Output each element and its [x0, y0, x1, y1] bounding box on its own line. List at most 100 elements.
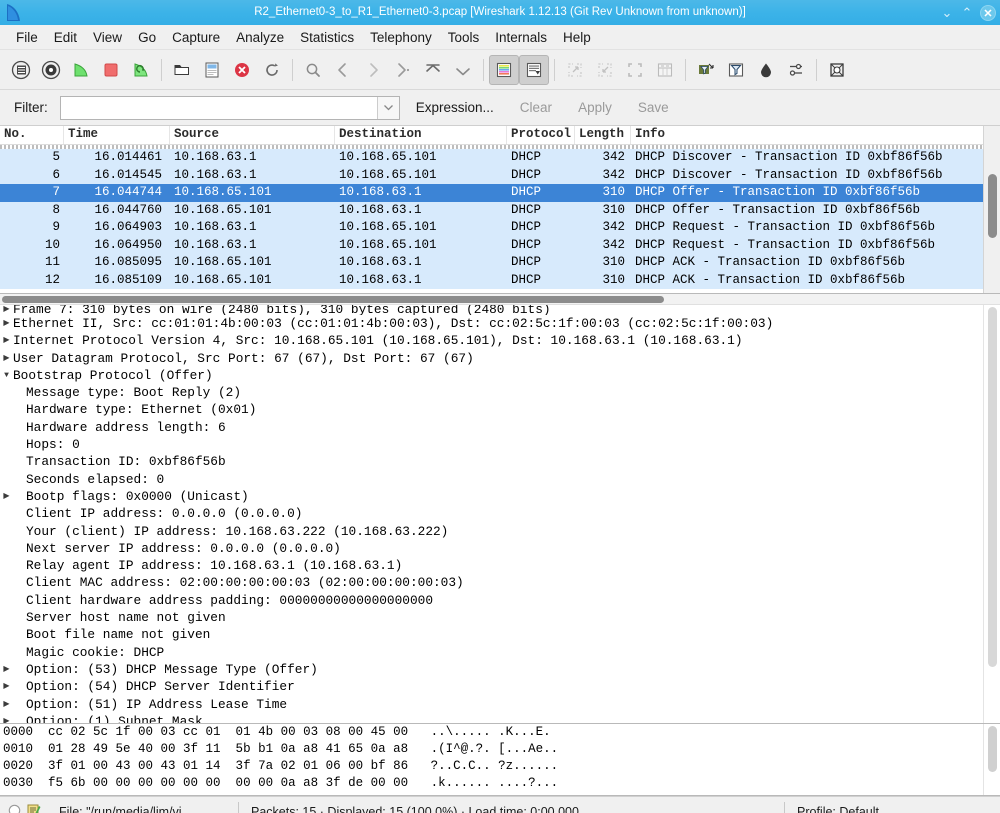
detail-tree-item[interactable]: Seconds elapsed: 0 — [0, 471, 983, 488]
chevron-right-icon[interactable]: ▶ — [0, 678, 13, 695]
reload-file-icon[interactable] — [257, 55, 287, 85]
detail-tree-item[interactable]: Client hardware address padding: 0000000… — [0, 592, 983, 609]
auto-scroll-icon[interactable] — [519, 54, 549, 85]
packet-detail-vscrollbar[interactable] — [983, 305, 1000, 723]
menu-internals[interactable]: Internals — [487, 27, 555, 48]
hex-dump-row[interactable]: 0020 3f 01 00 43 00 43 01 14 3f 7a 02 01… — [3, 758, 983, 775]
save-filter-button[interactable]: Save — [628, 97, 679, 118]
detail-tree-item[interactable]: Relay agent IP address: 10.168.63.1 (10.… — [0, 557, 983, 574]
menu-file[interactable]: File — [8, 27, 46, 48]
display-filters-icon[interactable] — [721, 55, 751, 85]
chevron-right-icon[interactable]: ▶ — [0, 488, 13, 505]
filter-combo[interactable] — [59, 95, 400, 120]
menu-tools[interactable]: Tools — [440, 27, 488, 48]
column-header-destination[interactable]: Destination — [335, 126, 507, 144]
chevron-right-icon[interactable]: ▶ — [0, 315, 13, 332]
column-header-time[interactable]: Time — [64, 126, 170, 144]
detail-tree-item[interactable]: ▶ Frame 7: 310 bytes on wire (2480 bits),… — [0, 305, 983, 315]
detail-tree-item[interactable]: ▶ Option: (1) Subnet Mask — [0, 713, 983, 723]
menu-capture[interactable]: Capture — [164, 27, 228, 48]
stop-capture-icon[interactable] — [96, 55, 126, 85]
column-header-info[interactable]: Info — [631, 126, 983, 144]
detail-tree-item[interactable]: ▼ Bootstrap Protocol (Offer) — [0, 367, 983, 384]
chevron-right-icon[interactable]: ▶ — [0, 696, 13, 713]
table-row[interactable]: 10 16.064950 10.168.63.1 10.168.65.101 DHCP 3… — [0, 236, 983, 254]
menu-help[interactable]: Help — [555, 27, 599, 48]
column-header-source[interactable]: Source — [170, 126, 335, 144]
apply-button[interactable]: Apply — [568, 97, 622, 118]
go-back-icon[interactable] — [328, 55, 358, 85]
filter-input[interactable] — [60, 96, 377, 119]
start-capture-icon[interactable] — [66, 55, 96, 85]
go-last-packet-icon[interactable] — [448, 55, 478, 85]
zoom-in-icon[interactable] — [560, 55, 590, 85]
detail-tree-item[interactable]: ▶ Ethernet II, Src: cc:01:01:4b:00:03 (cc… — [0, 315, 983, 332]
menu-statistics[interactable]: Statistics — [292, 27, 362, 48]
chevron-right-icon[interactable]: ▶ — [0, 713, 13, 723]
detail-tree-item[interactable]: Hardware address length: 6 — [0, 419, 983, 436]
restart-capture-icon[interactable] — [126, 55, 156, 85]
detail-tree-item[interactable]: Message type: Boot Reply (2) — [0, 384, 983, 401]
detail-tree-item[interactable]: ▶ Internet Protocol Version 4, Src: 10.16… — [0, 332, 983, 349]
expert-info-circle-icon[interactable] — [8, 804, 21, 813]
table-row[interactable]: 7 16.044744 10.168.65.101 10.168.63.1 DHCP 31… — [0, 184, 983, 202]
expression-button[interactable]: Expression... — [406, 97, 504, 118]
menu-view[interactable]: View — [85, 27, 130, 48]
detail-tree-item[interactable]: Your (client) IP address: 10.168.63.222 … — [0, 523, 983, 540]
hex-dump-row[interactable]: 0030 f5 6b 00 00 00 00 00 00 00 00 0a a8… — [3, 775, 983, 792]
chevron-down-icon[interactable] — [376, 96, 399, 119]
chevron-right-icon[interactable]: ▶ — [0, 661, 13, 678]
column-header-protocol[interactable]: Protocol — [507, 126, 575, 144]
open-file-icon[interactable] — [167, 55, 197, 85]
menu-go[interactable]: Go — [130, 27, 164, 48]
detail-tree-item[interactable]: Hops: 0 — [0, 436, 983, 453]
chevron-right-icon[interactable]: ▶ — [0, 332, 13, 349]
close-button[interactable]: ✕ — [980, 4, 996, 21]
minimize-button[interactable]: ⌄ — [940, 6, 954, 19]
capture-options-icon[interactable] — [36, 55, 66, 85]
detail-tree-item[interactable]: Magic cookie: DHCP — [0, 644, 983, 661]
chevron-right-icon[interactable]: ▶ — [0, 305, 13, 315]
maximize-button[interactable]: ⌃ — [960, 6, 974, 19]
help-contents-icon[interactable] — [822, 55, 852, 85]
resize-columns-icon[interactable] — [650, 55, 680, 85]
hex-dump-row[interactable]: 0010 01 28 49 5e 40 00 3f 11 5b b1 0a a8… — [3, 741, 983, 758]
chevron-down-icon[interactable]: ▼ — [0, 367, 13, 384]
detail-tree-item[interactable]: Client MAC address: 02:00:00:00:00:03 (0… — [0, 574, 983, 591]
go-forward-icon[interactable] — [358, 55, 388, 85]
zoom-reset-icon[interactable] — [620, 55, 650, 85]
detail-tree-item[interactable]: Server host name not given — [0, 609, 983, 626]
detail-tree-item[interactable]: ▶ User Datagram Protocol, Src Port: 67 (6… — [0, 350, 983, 367]
table-row[interactable]: 6 16.014545 10.168.63.1 10.168.65.101 DHCP 34… — [0, 166, 983, 184]
menu-analyze[interactable]: Analyze — [228, 27, 292, 48]
capture-filters-icon[interactable] — [691, 55, 721, 85]
table-row[interactable]: 12 16.085109 10.168.65.101 10.168.63.1 DHCP 3… — [0, 271, 983, 289]
detail-tree-item[interactable]: Hardware type: Ethernet (0x01) — [0, 401, 983, 418]
status-profile-label[interactable]: Profile: Default — [785, 802, 1000, 813]
column-header-no[interactable]: No. — [0, 126, 64, 144]
detail-tree-item[interactable]: ▶ Bootp flags: 0x0000 (Unicast) — [0, 488, 983, 505]
detail-tree-item[interactable]: ▶ Option: (54) DHCP Server Identifier — [0, 678, 983, 695]
preferences-icon[interactable] — [781, 55, 811, 85]
packet-detail-hscrollbar-thumb[interactable] — [2, 296, 664, 303]
table-row[interactable]: 5 16.014461 10.168.63.1 10.168.65.101 DHCP 34… — [0, 149, 983, 167]
detail-tree-item[interactable]: Client IP address: 0.0.0.0 (0.0.0.0) — [0, 505, 983, 522]
packet-list-scrollbar[interactable] — [983, 126, 1000, 293]
chevron-right-icon[interactable]: ▶ — [0, 350, 13, 367]
detail-tree-item[interactable]: ▶ Option: (53) DHCP Message Type (Offer) — [0, 661, 983, 678]
detail-tree-item[interactable]: Transaction ID: 0xbf86f56b — [0, 453, 983, 470]
packet-list-scrollbar-thumb[interactable] — [988, 174, 997, 238]
detail-tree-item[interactable]: Boot file name not given — [0, 626, 983, 643]
interfaces-icon[interactable] — [6, 55, 36, 85]
hex-dump-row[interactable]: 0000 cc 02 5c 1f 00 03 cc 01 01 4b 00 03… — [3, 724, 983, 741]
go-to-packet-icon[interactable] — [388, 55, 418, 85]
colorize-icon[interactable] — [489, 54, 519, 85]
clear-button[interactable]: Clear — [510, 97, 562, 118]
detail-tree-item[interactable]: Next server IP address: 0.0.0.0 (0.0.0.0… — [0, 540, 983, 557]
zoom-out-icon[interactable] — [590, 55, 620, 85]
table-row[interactable]: 9 16.064903 10.168.63.1 10.168.65.101 DHCP 34… — [0, 219, 983, 237]
coloring-rules-icon[interactable] — [751, 55, 781, 85]
table-row[interactable]: 11 16.085095 10.168.65.101 10.168.63.1 DHCP 3… — [0, 254, 983, 272]
packet-bytes-scrollbar[interactable] — [983, 724, 1000, 795]
packet-bytes-scrollbar-thumb[interactable] — [988, 726, 997, 772]
